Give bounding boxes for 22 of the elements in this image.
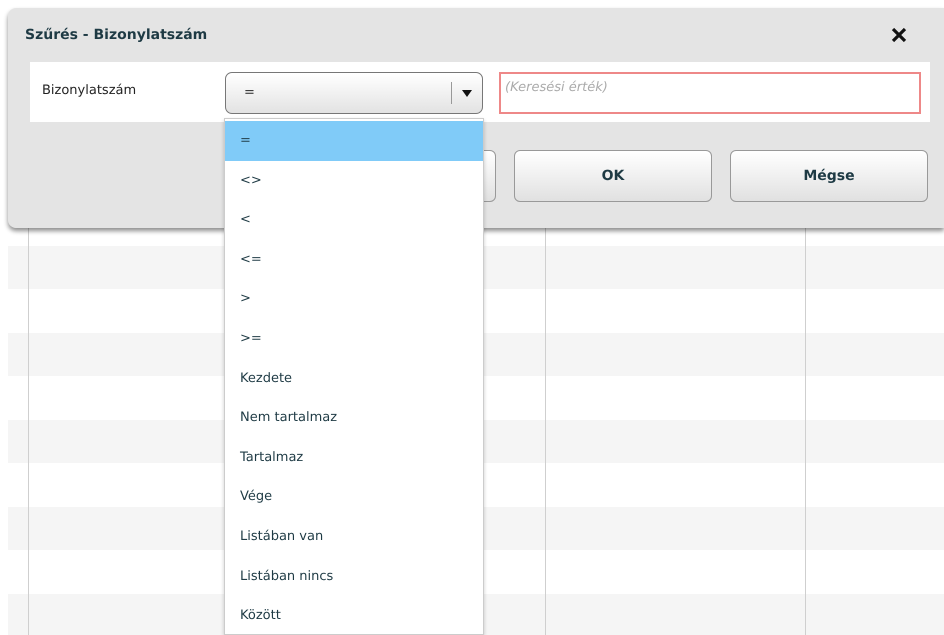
dropdown-option[interactable]: Vége (225, 477, 483, 517)
dropdown-option[interactable]: Listában van (225, 516, 483, 557)
operator-dropdown[interactable]: = (225, 72, 483, 114)
dropdown-option[interactable]: Tartalmaz (225, 438, 483, 478)
dropdown-option[interactable]: = (225, 121, 483, 161)
dropdown-option[interactable]: Kezdete (225, 358, 483, 398)
dropdown-option[interactable]: Között (225, 596, 483, 634)
dialog-button[interactable]: Mégse (730, 150, 928, 202)
dropdown-option[interactable]: <= (225, 240, 483, 280)
dropdown-option[interactable]: < (225, 200, 483, 240)
close-icon[interactable] (891, 27, 907, 43)
dropdown-option[interactable]: > (225, 279, 483, 319)
caret-icon (462, 90, 472, 96)
dropdown-option[interactable]: Nem tartalmaz (225, 398, 483, 438)
field-label: Bizonylatszám (42, 82, 138, 100)
dropdown-option[interactable]: >= (225, 318, 483, 359)
dropdown-option[interactable]: <> (225, 160, 483, 200)
dialog-title: Szűrés - Bizonylatszám (25, 26, 208, 44)
dropdown-option[interactable]: Listában nincs (225, 556, 483, 596)
dropdown-value: = (244, 84, 256, 102)
dialog-button[interactable]: OK (514, 150, 712, 202)
search-field[interactable]: (Keresési érték) (499, 72, 921, 114)
